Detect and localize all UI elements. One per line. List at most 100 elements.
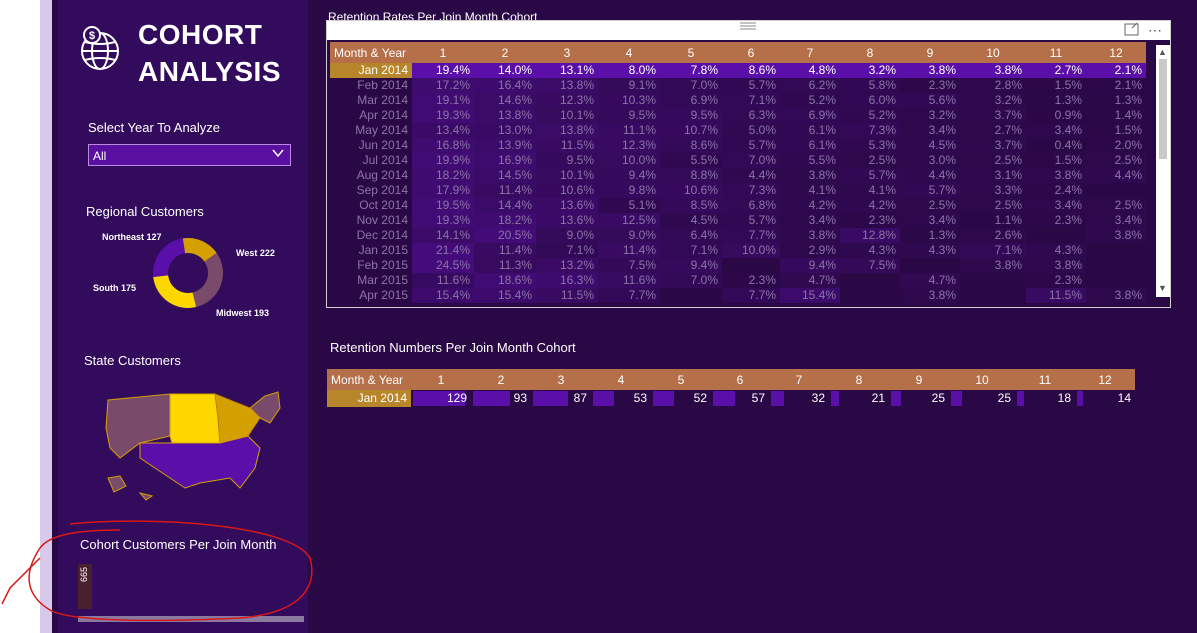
scroll-up-icon[interactable]: ▲	[1158, 47, 1167, 57]
col-header[interactable]: 5	[651, 369, 711, 390]
col-header-month-year[interactable]: Month & Year	[330, 42, 412, 63]
row-label[interactable]: Jun 2014	[330, 138, 412, 153]
donut-slice-west[interactable]	[192, 253, 223, 308]
us-state-map[interactable]	[100, 388, 290, 508]
col-header[interactable]: 2	[474, 42, 536, 63]
table-cell: 14	[1075, 390, 1135, 407]
row-label[interactable]: Jan 2014	[330, 63, 412, 78]
col-header[interactable]: 7	[769, 369, 829, 390]
table-cell: 2.5%	[960, 198, 1026, 213]
table-cell: 5.7%	[840, 168, 900, 183]
col-header[interactable]: 12	[1086, 42, 1146, 63]
table-cell: 12.3%	[598, 138, 660, 153]
table-cell: 3.1%	[960, 168, 1026, 183]
row-label[interactable]: Feb 2014	[330, 78, 412, 93]
row-label[interactable]: Sep 2014	[330, 183, 412, 198]
col-header[interactable]: 6	[711, 369, 769, 390]
table-cell: 5.6%	[900, 93, 960, 108]
col-header[interactable]: 3	[536, 42, 598, 63]
row-label[interactable]: Apr 2015	[330, 288, 412, 303]
table-cell: 1.3%	[900, 228, 960, 243]
col-header[interactable]: 3	[531, 369, 591, 390]
table-cell: 18.2%	[474, 213, 536, 228]
table-cell: 7.0%	[660, 273, 722, 288]
col-header[interactable]: 12	[1075, 369, 1135, 390]
donut-slice-south[interactable]	[153, 238, 186, 277]
table-row: Dec 2014 14.1% 20.5% 9.0% 9.0% 6.4% 7.7% 3.8% 12…	[330, 228, 1146, 243]
row-label[interactable]: May 2014	[330, 123, 412, 138]
table-cell: 9.4%	[598, 168, 660, 183]
table-cell: 4.4%	[900, 168, 960, 183]
row-label[interactable]: Mar 2014	[330, 93, 412, 108]
col-header[interactable]: 2	[471, 369, 531, 390]
row-label[interactable]: Jul 2014	[330, 153, 412, 168]
row-label[interactable]: Apr 2014	[330, 108, 412, 123]
table-cell: 2.5%	[960, 153, 1026, 168]
table-cell: 3.7%	[960, 138, 1026, 153]
table-cell: 5.8%	[840, 78, 900, 93]
row-label[interactable]: Feb 2015	[330, 258, 412, 273]
table-cell: 15.4%	[474, 288, 536, 303]
table-cell: 16.3%	[536, 273, 598, 288]
row-label[interactable]: Mar 2015	[330, 273, 412, 288]
data-bar	[951, 391, 962, 406]
col-header[interactable]: 11	[1026, 42, 1086, 63]
col-header[interactable]: 1	[411, 369, 471, 390]
table-cell: 17.2%	[412, 78, 474, 93]
col-header[interactable]: 8	[829, 369, 889, 390]
scroll-down-icon[interactable]: ▼	[1158, 283, 1167, 293]
table-cell: 3.2%	[900, 108, 960, 123]
donut-slice-midwest[interactable]	[153, 275, 197, 308]
table-cell: 11.6%	[412, 273, 474, 288]
row-label[interactable]: Dec 2014	[330, 228, 412, 243]
row-label[interactable]: Nov 2014	[330, 213, 412, 228]
table-cell: 13.4%	[412, 123, 474, 138]
table-row: Jan 2015 21.4% 11.4% 7.1% 11.4% 7.1% 10.0% 2.9%…	[330, 243, 1146, 258]
horizontal-scrollbar[interactable]	[78, 616, 304, 622]
table-cell: 8.5%	[660, 198, 722, 213]
matrix1-title: Retention Rates Per Join Month Cohort	[328, 10, 538, 20]
table-cell: 3.2%	[840, 63, 900, 78]
col-header[interactable]: 10	[949, 369, 1015, 390]
table-cell: 11.4%	[474, 183, 536, 198]
row-label[interactable]: Aug 2014	[330, 168, 412, 183]
col-header[interactable]: 4	[598, 42, 660, 63]
table-cell: 16.8%	[412, 138, 474, 153]
row-label[interactable]: Jan 2015	[330, 243, 412, 258]
col-header[interactable]: 7	[780, 42, 840, 63]
slicer-label: Select Year To Analyze	[88, 120, 221, 135]
col-header[interactable]: 5	[660, 42, 722, 63]
table-cell: 11.6%	[598, 273, 660, 288]
col-header[interactable]: 11	[1015, 369, 1075, 390]
table-cell: 13.9%	[474, 138, 536, 153]
cell-value: 52	[693, 391, 707, 405]
table-cell: 5.7%	[900, 183, 960, 198]
col-header[interactable]: 4	[591, 369, 651, 390]
col-header[interactable]: 10	[960, 42, 1026, 63]
table-cell: 4.7%	[900, 273, 960, 288]
table-cell: 6.1%	[780, 138, 840, 153]
table-cell: 9.8%	[598, 183, 660, 198]
col-header[interactable]: 9	[900, 42, 960, 63]
year-slicer-dropdown[interactable]: All	[88, 144, 291, 166]
cell-value: 18	[1057, 391, 1071, 405]
table-row: Mar 2015 11.6% 18.6% 16.3% 11.6% 7.0% 2.3% 4.7%…	[330, 273, 1146, 288]
col-header[interactable]: 6	[722, 42, 780, 63]
col-header[interactable]: 1	[412, 42, 474, 63]
vertical-scrollbar[interactable]: ▲ ▼	[1156, 45, 1170, 297]
table-cell: 10.0%	[722, 243, 780, 258]
col-header-month-year[interactable]: Month & Year	[327, 369, 411, 390]
table-cell: 2.1%	[1086, 63, 1146, 78]
table-cell: 3.3%	[960, 183, 1026, 198]
page-edge-strip	[40, 0, 52, 633]
title-line-2: ANALYSIS	[138, 56, 282, 87]
table-cell: 9.4%	[660, 258, 722, 273]
scroll-thumb[interactable]	[1159, 59, 1167, 159]
table-cell: 4.4%	[722, 168, 780, 183]
row-label[interactable]: Oct 2014	[330, 198, 412, 213]
row-label[interactable]: Jan 2014	[327, 390, 411, 407]
table-cell: 14.0%	[474, 63, 536, 78]
table-cell: 2.5%	[1086, 198, 1146, 213]
col-header[interactable]: 9	[889, 369, 949, 390]
col-header[interactable]: 8	[840, 42, 900, 63]
